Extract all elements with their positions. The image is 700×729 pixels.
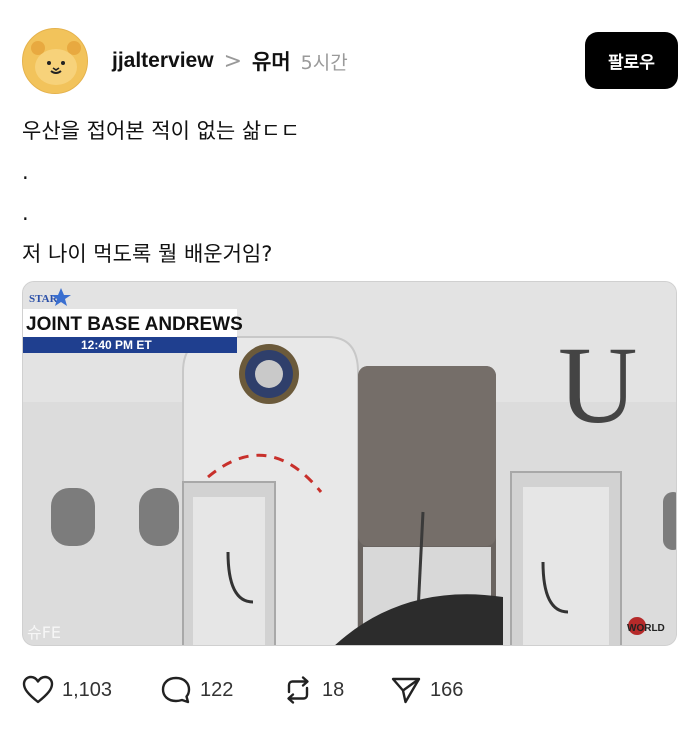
repost-icon — [287, 676, 309, 704]
community-name[interactable]: 유머 — [252, 46, 291, 76]
post-time: 5시간 — [300, 51, 348, 74]
send-icon — [391, 677, 421, 704]
comment-icon — [161, 676, 191, 704]
post-meta: jjalterview > 유머 5시간 — [112, 44, 348, 78]
chevron-right-icon: > — [223, 48, 242, 74]
post-line: . — [22, 201, 29, 225]
username[interactable]: jjalterview — [112, 49, 214, 73]
like-count: 1,103 — [62, 678, 113, 701]
hamster-avatar-icon — [23, 29, 87, 93]
share-count: 166 — [430, 678, 464, 701]
comment-count: 122 — [200, 678, 234, 701]
avatar[interactable] — [22, 28, 88, 94]
post-line: . — [22, 160, 29, 184]
network-logo: STAR — [29, 293, 59, 305]
repost-count: 18 — [322, 678, 345, 701]
heart-icon — [22, 675, 54, 704]
time-banner: 12:40 PM ET — [81, 338, 152, 352]
video-frame: U STAR JOINT BASE ANDREWS 12:40 PM ET WO… — [23, 282, 676, 645]
like-button[interactable]: 1,103 — [22, 675, 160, 705]
fuselage-letter: U — [558, 324, 637, 446]
post-media-video[interactable]: U STAR JOINT BASE ANDREWS 12:40 PM ET WO… — [22, 281, 677, 646]
follow-button[interactable]: 팔로우 — [585, 32, 678, 89]
share-button[interactable]: 166 — [390, 675, 463, 705]
corner-mark: 슈FE — [27, 623, 61, 642]
post-line: 우산을 접어본 적이 없는 삶ㄷㄷ — [22, 119, 300, 143]
location-banner: JOINT BASE ANDREWS — [26, 314, 243, 335]
post-body: 우산을 접어본 적이 없는 삶ㄷㄷ . . 저 나이 먹도록 뭘 배운거임? — [22, 117, 300, 281]
channel-watermark: WORLD — [627, 623, 665, 634]
post-line: 저 나이 먹도록 뭘 배운거임? — [22, 242, 273, 266]
action-bar: 1,103 122 18 166 — [22, 672, 463, 708]
comment-button[interactable]: 122 — [160, 675, 282, 705]
repost-button[interactable]: 18 — [282, 675, 390, 705]
